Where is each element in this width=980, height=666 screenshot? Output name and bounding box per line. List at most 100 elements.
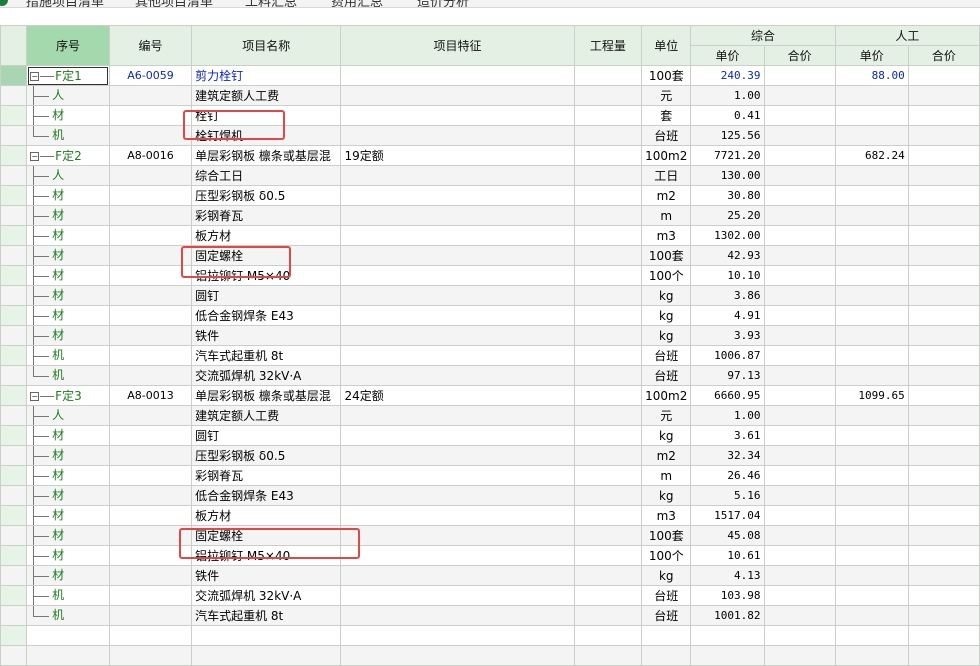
qty-cell[interactable] [573, 145, 643, 166]
name-cell[interactable]: 交流弧焊机 32kV·A [191, 365, 342, 386]
rg-total-price-cell[interactable] [907, 285, 980, 306]
unit-cell[interactable]: m [641, 465, 692, 486]
tab-other-list[interactable]: 其他项目清单 [135, 0, 213, 7]
unit-price-cell[interactable]: 0.41 [690, 105, 765, 126]
unit-cell[interactable]: 元 [641, 85, 692, 106]
seq-cell[interactable]: − F定3 [26, 385, 110, 406]
qty-cell[interactable] [573, 185, 643, 206]
unit-cell[interactable]: 100个 [641, 545, 692, 566]
row-header-cell[interactable] [0, 125, 28, 146]
code-cell[interactable] [108, 605, 193, 626]
qty-cell[interactable] [573, 445, 643, 466]
col-header-feature[interactable]: 项目特征 [340, 25, 575, 66]
seq-cell[interactable]: 材 [26, 185, 110, 206]
rg-total-price-cell[interactable] [907, 485, 980, 506]
feature-cell[interactable] [340, 205, 575, 226]
rg-unit-price-cell[interactable] [834, 485, 909, 506]
row-header-cell[interactable] [0, 305, 28, 326]
empty-cell[interactable] [641, 645, 692, 666]
tab-cost-summary[interactable]: 费用汇总 [331, 0, 383, 7]
rg-total-price-cell[interactable] [907, 205, 980, 226]
unit-price-cell[interactable]: 125.56 [690, 125, 765, 146]
qty-cell[interactable] [573, 85, 643, 106]
row-header-cell[interactable] [0, 225, 28, 246]
total-price-cell[interactable] [763, 105, 836, 126]
name-cell[interactable]: 汽车式起重机 8t [191, 605, 342, 626]
seq-cell[interactable]: 机 [26, 125, 110, 146]
qty-cell[interactable] [573, 225, 643, 246]
rg-total-price-cell[interactable] [907, 325, 980, 346]
rg-unit-price-cell[interactable] [834, 245, 909, 266]
unit-cell[interactable]: 台班 [641, 585, 692, 606]
qty-cell[interactable] [573, 105, 643, 126]
row-header-cell[interactable] [0, 405, 28, 426]
unit-cell[interactable]: kg [641, 285, 692, 306]
unit-price-cell[interactable]: 240.39 [690, 65, 765, 86]
unit-cell[interactable]: m2 [641, 185, 692, 206]
rg-total-price-cell[interactable] [907, 165, 980, 186]
name-cell[interactable]: 建筑定额人工费 [191, 85, 342, 106]
resource-row[interactable]: 机 交流弧焊机 32kV·A 台班 103.98 [0, 585, 980, 606]
total-price-cell[interactable] [763, 285, 836, 306]
empty-cell[interactable] [340, 645, 575, 666]
unit-price-cell[interactable]: 4.13 [690, 565, 765, 586]
col-header-rg-total-price[interactable]: 合价 [907, 45, 980, 66]
total-price-cell[interactable] [763, 425, 836, 446]
name-cell[interactable]: 交流弧焊机 32kV·A [191, 585, 342, 606]
row-header-cell[interactable] [0, 145, 28, 166]
code-cell[interactable]: A6-0059 [108, 65, 193, 86]
code-cell[interactable] [108, 525, 193, 546]
code-cell[interactable] [108, 205, 193, 226]
rg-total-price-cell[interactable] [907, 185, 980, 206]
code-cell[interactable] [108, 245, 193, 266]
code-cell[interactable]: A8-0016 [108, 145, 193, 166]
seq-cell[interactable]: 材 [26, 105, 110, 126]
code-cell[interactable] [108, 485, 193, 506]
empty-cell[interactable] [340, 625, 575, 646]
resource-row[interactable]: 材 固定螺栓 100套 45.08 [0, 525, 980, 546]
resource-row[interactable]: 人 综合工日 工日 130.00 [0, 165, 980, 186]
unit-price-cell[interactable]: 5.16 [690, 485, 765, 506]
code-cell[interactable] [108, 505, 193, 526]
name-cell[interactable]: 铁件 [191, 565, 342, 586]
col-header-code[interactable]: 编号 [108, 25, 193, 66]
quota-row[interactable]: − F定3 A8-0013 单层彩钢板 檩条或基层混 24定额 100m2 6660.95 1… [0, 385, 980, 406]
rg-total-price-cell[interactable] [907, 125, 980, 146]
code-cell[interactable] [108, 365, 193, 386]
unit-cell[interactable]: 100套 [641, 65, 692, 86]
resource-row[interactable]: 材 固定螺栓 100套 42.93 [0, 245, 980, 266]
rg-total-price-cell[interactable] [907, 545, 980, 566]
code-cell[interactable] [108, 325, 193, 346]
unit-price-cell[interactable]: 1517.04 [690, 505, 765, 526]
name-cell[interactable]: 栓钉 [191, 105, 342, 126]
row-header-cell[interactable] [0, 525, 28, 546]
name-cell[interactable]: 建筑定额人工费 [191, 405, 342, 426]
row-header-cell[interactable] [0, 265, 28, 286]
empty-cell[interactable] [191, 645, 342, 666]
unit-cell[interactable]: 台班 [641, 345, 692, 366]
total-price-cell[interactable] [763, 345, 836, 366]
name-cell[interactable]: 汽车式起重机 8t [191, 345, 342, 366]
name-cell[interactable]: 铝拉铆钉 M5×40 [191, 265, 342, 286]
row-header-cell[interactable] [0, 325, 28, 346]
rg-total-price-cell[interactable] [907, 585, 980, 606]
row-header-cell[interactable] [0, 285, 28, 306]
unit-price-cell[interactable]: 4.91 [690, 305, 765, 326]
rg-unit-price-cell[interactable] [834, 165, 909, 186]
resource-row[interactable]: 材 压型彩钢板 δ0.5 m2 30.80 [0, 185, 980, 206]
feature-cell[interactable] [340, 465, 575, 486]
rg-total-price-cell[interactable] [907, 225, 980, 246]
qty-cell[interactable] [573, 245, 643, 266]
col-header-qty[interactable]: 工程量 [573, 25, 643, 66]
rg-unit-price-cell[interactable] [834, 525, 909, 546]
total-price-cell[interactable] [763, 565, 836, 586]
rg-unit-price-cell[interactable] [834, 105, 909, 126]
code-cell[interactable] [108, 225, 193, 246]
row-header-cell[interactable] [0, 185, 28, 206]
col-header-seq[interactable]: 序号 [26, 25, 110, 66]
qty-cell[interactable] [573, 485, 643, 506]
empty-row[interactable] [0, 645, 980, 666]
col-header-unit-price[interactable]: 单价 [690, 45, 765, 66]
unit-price-cell[interactable]: 130.00 [690, 165, 765, 186]
total-price-cell[interactable] [763, 445, 836, 466]
